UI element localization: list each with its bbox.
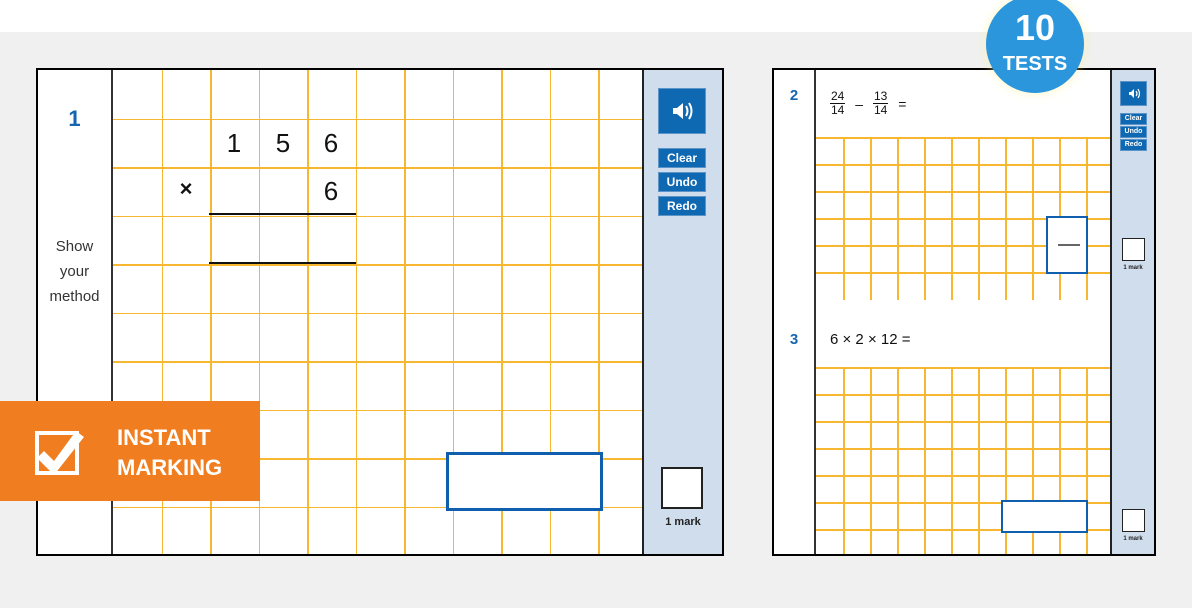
undo-button[interactable]: Undo bbox=[658, 172, 706, 192]
mark-checkbox bbox=[1122, 509, 1145, 532]
minus-operator: – bbox=[855, 95, 864, 112]
question-number: 1 bbox=[68, 106, 81, 131]
grid-line-horizontal bbox=[816, 394, 1113, 396]
question-number: 2 bbox=[789, 87, 799, 104]
checkbox-check-icon bbox=[35, 431, 84, 475]
grid-line-horizontal bbox=[113, 215, 646, 217]
digit: 1 bbox=[226, 128, 242, 158]
grid-line-horizontal bbox=[816, 137, 1113, 139]
fraction: 13 14 bbox=[872, 89, 889, 117]
method-hint: Show your method bbox=[38, 234, 111, 309]
speaker-icon bbox=[673, 102, 693, 120]
answer-rule-top bbox=[209, 213, 356, 215]
digit: 5 bbox=[275, 128, 291, 158]
method-hint-line: your bbox=[59, 263, 90, 280]
tests-label: TESTS bbox=[1002, 53, 1068, 75]
grid-line-horizontal bbox=[113, 361, 646, 363]
numerator: 24 bbox=[830, 89, 846, 104]
equals-sign: = bbox=[898, 95, 907, 112]
numerator: 13 bbox=[872, 89, 889, 104]
answer-box[interactable] bbox=[1001, 500, 1088, 533]
grid-line-horizontal bbox=[816, 421, 1113, 423]
tools-sidebar: Clear Undo Redo 1 mark 1 mark bbox=[1110, 70, 1154, 554]
digit: 6 bbox=[323, 176, 339, 206]
tools-sidebar: Clear Undo Redo 1 mark bbox=[642, 70, 722, 554]
digit: 6 bbox=[323, 128, 339, 158]
fraction-bar bbox=[1058, 244, 1080, 246]
grid-line-horizontal bbox=[113, 118, 646, 120]
redo-button[interactable]: Redo bbox=[1120, 139, 1147, 151]
method-hint-line: method bbox=[49, 288, 100, 305]
clear-button[interactable]: Clear bbox=[1120, 113, 1147, 125]
badge-line: INSTANT bbox=[117, 425, 211, 450]
denominator: 14 bbox=[873, 103, 888, 117]
fraction-answer-box[interactable] bbox=[1046, 216, 1088, 274]
mark-label: 1 mark bbox=[665, 516, 701, 528]
grid-line-horizontal bbox=[113, 167, 646, 169]
grid-line-horizontal bbox=[816, 164, 1113, 166]
answer-box[interactable] bbox=[446, 452, 603, 511]
mark-label: 1 mark bbox=[1123, 536, 1143, 542]
method-hint-line: Show bbox=[55, 238, 94, 255]
grid-line-horizontal bbox=[816, 367, 1113, 369]
grid-line-horizontal bbox=[816, 191, 1113, 193]
denominator: 14 bbox=[831, 103, 845, 117]
fraction: 24 14 bbox=[830, 89, 846, 117]
question-2-3-panel: 2 3 24 14 – 13 14 = 6 × 2 × 12 = Clear U… bbox=[772, 68, 1156, 556]
mark-checkbox bbox=[661, 467, 703, 509]
grid-line-horizontal bbox=[816, 475, 1113, 477]
question-2-expression: 24 14 – 13 14 = bbox=[830, 90, 912, 117]
question-3-expression: 6 × 2 × 12 = bbox=[830, 331, 911, 348]
question-label-column: 2 3 bbox=[774, 70, 816, 554]
mark-label: 1 mark bbox=[1123, 265, 1143, 271]
badge-line: MARKING bbox=[117, 455, 223, 480]
undo-button[interactable]: Undo bbox=[1120, 126, 1147, 138]
grid-line-horizontal bbox=[113, 312, 646, 314]
badge-text: INSTANT MARKING bbox=[117, 423, 222, 483]
instant-marking-badge: INSTANT MARKING bbox=[0, 401, 260, 501]
speaker-button[interactable] bbox=[658, 88, 706, 134]
clear-button[interactable]: Clear bbox=[658, 148, 706, 168]
speaker-button[interactable] bbox=[1120, 81, 1147, 106]
tests-count: 10 bbox=[1014, 7, 1056, 48]
multiply-operator: × bbox=[179, 176, 193, 201]
grid-line-horizontal bbox=[113, 264, 646, 266]
mark-checkbox bbox=[1122, 238, 1145, 261]
answer-rule-bottom bbox=[209, 262, 356, 264]
grid-line-horizontal bbox=[816, 448, 1113, 450]
question-number: 3 bbox=[789, 331, 799, 348]
speaker-icon bbox=[1129, 88, 1141, 99]
redo-button[interactable]: Redo bbox=[658, 196, 706, 216]
